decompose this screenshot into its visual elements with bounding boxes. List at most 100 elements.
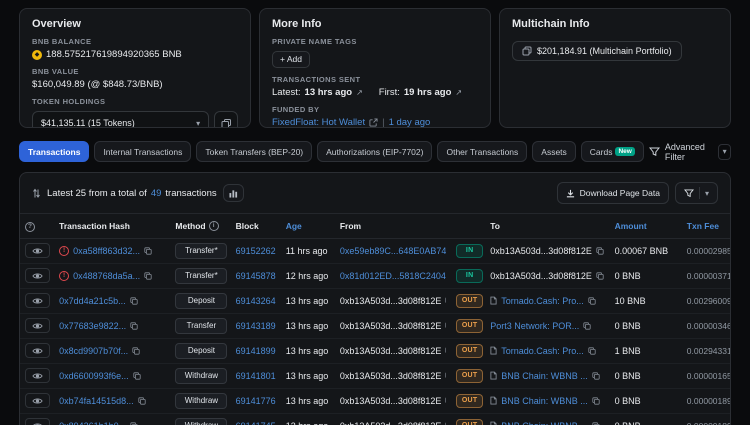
col-age[interactable]: Age [280, 213, 335, 239]
bar-chart-icon [229, 189, 238, 198]
method-badge: Withdraw [175, 417, 228, 425]
first-value-link[interactable]: 19 hrs ago [404, 87, 452, 98]
copy-icon[interactable] [132, 346, 140, 355]
to-address-link[interactable]: BNB Chain: WBNB ... [501, 371, 588, 381]
copy-icon[interactable] [445, 297, 447, 305]
from-address-link[interactable]: 0xe59eb89C...648E0AB74 [340, 246, 446, 256]
tab-other-transactions[interactable]: Other Transactions [437, 141, 528, 162]
tx-hash-link[interactable]: 0x8cd9907b70f... [59, 346, 128, 356]
funded-by-wallet-link[interactable]: FixedFloat: Hot Wallet [272, 117, 365, 128]
sort-arrows-icon[interactable] [32, 188, 41, 199]
block-link[interactable]: 69141899 [236, 346, 276, 356]
eye-button[interactable] [25, 318, 50, 333]
tab-authorizations-eip-7702[interactable]: Authorizations (EIP-7702) [317, 141, 433, 162]
block-link[interactable]: 69143189 [236, 321, 276, 331]
copy-icon[interactable] [130, 421, 138, 425]
portfolio-button[interactable] [214, 111, 238, 127]
bnb-balance-label: BNB BALANCE [32, 37, 92, 46]
tab-assets[interactable]: Assets [532, 141, 576, 162]
copy-icon[interactable] [592, 421, 600, 425]
info-circle-icon[interactable]: i [208, 220, 219, 231]
method-badge: Withdraw [175, 367, 228, 384]
col-amount[interactable]: Amount [609, 213, 682, 239]
eye-button[interactable] [25, 343, 50, 358]
copy-icon[interactable] [138, 396, 146, 405]
block-link[interactable]: 69141745 [236, 421, 276, 425]
block-link[interactable]: 69152262 [236, 246, 276, 256]
copy-icon[interactable] [133, 371, 141, 380]
eye-button[interactable] [25, 368, 50, 383]
copy-icon[interactable] [144, 271, 152, 280]
tx-hash-link[interactable]: 0xa58ff863d32... [73, 246, 140, 256]
add-name-tag-button[interactable]: + Add [272, 50, 310, 68]
tab-cards[interactable]: Cards New [580, 141, 644, 162]
tx-hash-link[interactable]: 0x77683e9822... [59, 321, 126, 331]
block-link[interactable]: 69141801 [236, 371, 276, 381]
tx-hash-link[interactable]: 0xb74fa14515d8... [59, 396, 134, 406]
eye-button[interactable] [25, 393, 50, 408]
eye-button[interactable] [25, 418, 50, 425]
copy-icon[interactable] [588, 296, 596, 305]
to-address-link[interactable]: BNB Chain: WBNB ... [501, 396, 588, 406]
eye-button[interactable] [25, 268, 50, 283]
col-block[interactable]: Block [230, 213, 281, 239]
to-address-link[interactable]: Tornado.Cash: Pro... [501, 346, 584, 356]
latest-value-link[interactable]: 13 hrs ago [305, 87, 353, 98]
tx-hash-link[interactable]: 0x488768da5a... [73, 271, 140, 281]
tx-hash-link[interactable]: 0x894261b1b0... [59, 421, 126, 425]
tx-hash-link[interactable]: 0x7dd4a21c5b... [59, 296, 126, 306]
chart-view-button[interactable] [222, 184, 244, 202]
funded-time-link[interactable]: 1 day ago [389, 117, 431, 128]
tab-transactions[interactable]: Transactions [19, 141, 90, 162]
advanced-filter-button[interactable]: Advanced Filter ▾ [648, 142, 731, 162]
multichain-portfolio-badge[interactable]: $201,184.91 (Multichain Portfolio) [512, 41, 682, 61]
from-address: 0xb13A503d...3d08f812E [339, 345, 442, 356]
tab-internal-transactions[interactable]: Internal Transactions [94, 141, 192, 162]
table-summary: Latest 25 from a total of 49 transaction… [47, 188, 217, 199]
copy-icon[interactable] [592, 371, 600, 380]
tab-token-transfers-bep-20[interactable]: Token Transfers (BEP-20) [196, 141, 313, 162]
copy-icon[interactable] [596, 246, 604, 255]
to-address-link[interactable]: Port3 Network: POR... [490, 321, 579, 331]
copy-icon[interactable] [445, 422, 447, 425]
copy-icon[interactable] [445, 322, 447, 330]
tx-hash-link[interactable]: 0xd6600993f6e... [59, 371, 129, 381]
arrow-up-right-icon[interactable]: ↗ [455, 88, 462, 97]
block-link[interactable]: 69143264 [236, 296, 276, 306]
eye-button[interactable] [25, 243, 50, 258]
table-filter-button[interactable]: ▾ [674, 182, 718, 204]
token-holdings-select[interactable]: $41,135.11 (15 Tokens) ▾ [32, 111, 210, 127]
copy-icon[interactable] [583, 321, 591, 330]
block-link[interactable]: 69145878 [236, 271, 276, 281]
question-circle-icon[interactable]: ? [25, 221, 35, 232]
col-txn-fee[interactable]: Txn Fee [681, 213, 730, 239]
tabs: Transactions Internal Transactions Token T… [19, 141, 644, 162]
col-from[interactable]: From [334, 213, 452, 239]
eye-button[interactable] [25, 293, 50, 308]
amount-text: 0 BNB [614, 270, 641, 281]
col-method[interactable]: Method i [170, 213, 231, 239]
copy-icon[interactable] [445, 372, 447, 380]
col-to[interactable]: To [485, 213, 610, 239]
external-link-icon[interactable] [369, 117, 378, 127]
multichain-info-card: Multichain Info $201,184.91 (Multichain … [499, 8, 731, 128]
block-link[interactable]: 69141776 [236, 396, 276, 406]
arrow-up-right-icon[interactable]: ↗ [356, 88, 363, 97]
funnel-icon [683, 188, 694, 198]
copy-icon[interactable] [596, 271, 604, 280]
copy-icon[interactable] [588, 346, 596, 355]
summary-count-link[interactable]: 49 [151, 188, 162, 199]
copy-icon[interactable] [130, 321, 138, 330]
chevron-down-icon[interactable]: ▾ [718, 143, 731, 160]
to-address-link[interactable]: BNB Chain: WBNB ... [501, 421, 588, 425]
copy-icon[interactable] [592, 396, 600, 405]
col-transaction-hash[interactable]: Transaction Hash [54, 213, 171, 239]
copy-icon[interactable] [144, 246, 152, 255]
copy-icon[interactable] [130, 296, 138, 305]
table-row: 0xd6600993f6e... Withdraw 69141801 13 hrs a… [20, 363, 730, 389]
to-address-link[interactable]: Tornado.Cash: Pro... [501, 296, 584, 306]
copy-icon[interactable] [445, 347, 447, 355]
from-address-link[interactable]: 0x81d012ED...5818C2404 [340, 271, 446, 281]
download-page-data-button[interactable]: Download Page Data [556, 182, 669, 204]
copy-icon[interactable] [445, 397, 447, 405]
